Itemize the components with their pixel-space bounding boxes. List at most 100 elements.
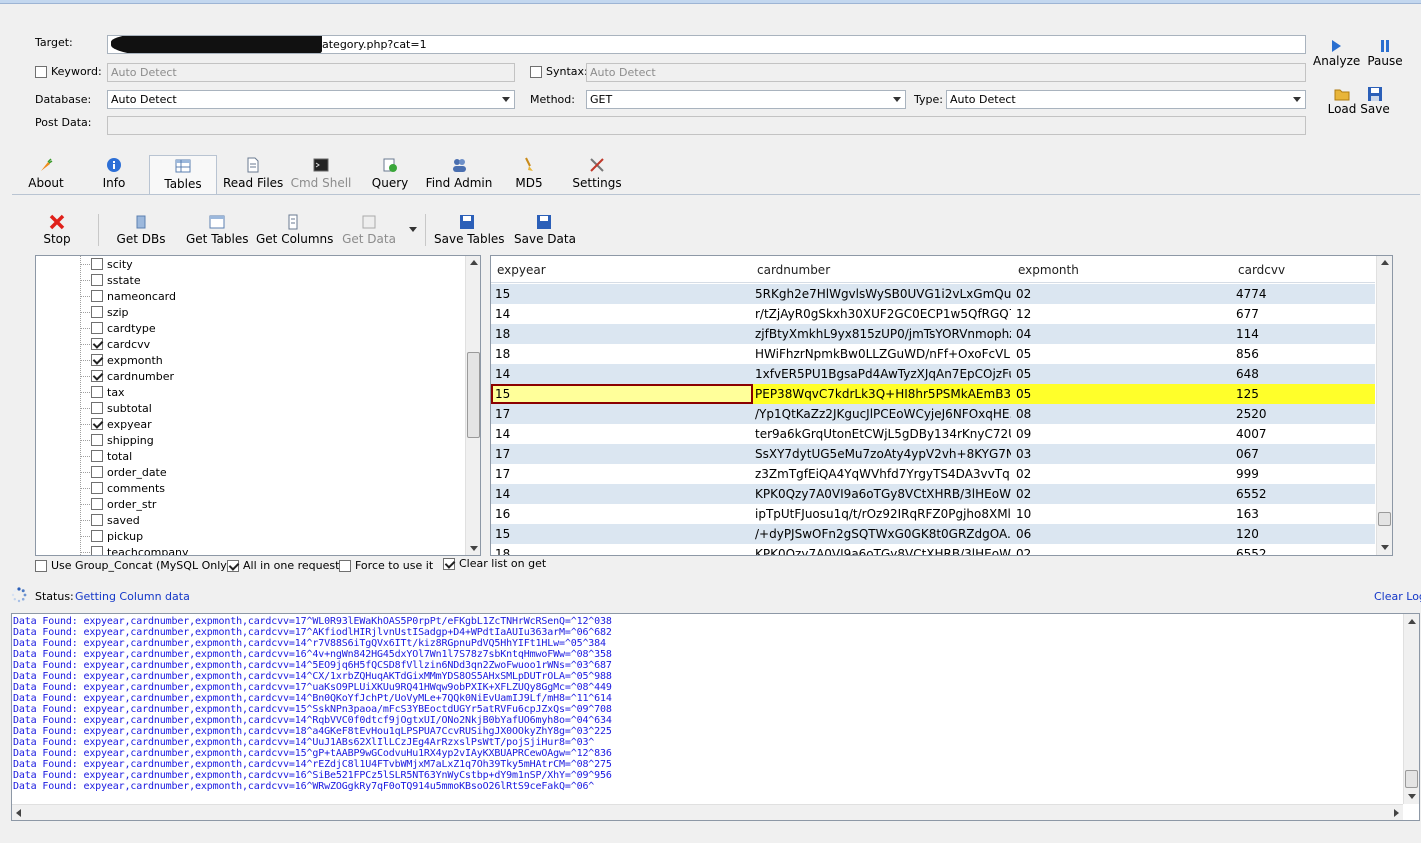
cell-cardcvv[interactable]: 648	[1236, 367, 1259, 381]
tab-about[interactable]: About	[22, 157, 70, 193]
tab-info[interactable]: Info	[92, 157, 136, 193]
tree-item-checkbox[interactable]	[91, 466, 103, 478]
table-row[interactable]: 18 KPK0Qzy7A0VI9a6oTGy8VCtXHRB/3lHEoWE...…	[491, 544, 1375, 555]
cell-expmonth[interactable]: 06	[1016, 527, 1031, 541]
cell-expyear[interactable]: 14	[495, 427, 510, 441]
tree-item-sstate[interactable]: sstate	[80, 272, 141, 288]
get-tables-button[interactable]: Get Tables	[186, 214, 248, 246]
table-row[interactable]: 14 ter9a6kGrqUtonEtCWjL5gDBy134rKnyC72Ur.…	[491, 424, 1375, 444]
database-select[interactable]: Auto Detect	[107, 90, 515, 109]
log-output[interactable]: Data Found: expyear,cardnumber,expmonth,…	[11, 613, 1420, 821]
cell-cardcvv[interactable]: 6552	[1236, 547, 1267, 555]
tree-item-total[interactable]: total	[80, 448, 132, 464]
keyword-toggle[interactable]: Keyword:	[35, 65, 102, 78]
table-row[interactable]: 14 1xfvER5PU1BgsaPd4AwTyzXJqAn7EpCOjzFu..…	[491, 364, 1375, 384]
get-data-button[interactable]: Get Data	[341, 214, 397, 246]
tree-item-saved[interactable]: saved	[80, 512, 140, 528]
stop-button[interactable]: Stop	[40, 214, 74, 246]
save-button[interactable]: Save	[1358, 86, 1392, 116]
postdata-input[interactable]	[107, 116, 1306, 135]
force-checkbox[interactable]	[339, 559, 351, 572]
cell-cardnumber[interactable]: /Yp1QtKaZz2JKgucJlPCEoWCyjeJ6NFOxqHE...	[755, 407, 1011, 421]
save-tables-button[interactable]: Save Tables	[434, 214, 505, 246]
table-row[interactable]: 14 KPK0Qzy7A0VI9a6oTGy8VCtXHRB/3lHEoWE...…	[491, 484, 1375, 504]
tree-item-checkbox[interactable]	[91, 338, 103, 350]
tab-find-admin[interactable]: Find Admin	[424, 157, 494, 193]
tree-item-order_str[interactable]: order_str	[80, 496, 156, 512]
cell-cardcvv[interactable]: 114	[1236, 327, 1259, 341]
type-select[interactable]: Auto Detect	[946, 90, 1306, 109]
cell-expyear[interactable]: 18	[495, 327, 510, 341]
tree-item-checkbox[interactable]	[91, 482, 103, 494]
cell-expyear[interactable]: 16	[495, 507, 510, 521]
get-data-dropdown-icon[interactable]	[409, 227, 417, 232]
cell-expmonth[interactable]: 04	[1016, 327, 1031, 341]
cell-expmonth[interactable]: 09	[1016, 427, 1031, 441]
cell-cardnumber[interactable]: KPK0Qzy7A0VI9a6oTGy8VCtXHRB/3lHEoWE...	[755, 487, 1011, 501]
grid-scrollbar[interactable]	[1376, 256, 1392, 555]
cell-expmonth[interactable]: 02	[1016, 547, 1031, 555]
tree-item-checkbox[interactable]	[91, 450, 103, 462]
cell-cardnumber[interactable]: z3ZmTgfEiQA4YqWVhfd7YrgyTS4DA3vvTq...	[755, 467, 1011, 481]
scroll-down-icon[interactable]	[470, 546, 478, 551]
cell-expyear[interactable]: 14	[495, 367, 510, 381]
log-vscrollbar[interactable]	[1403, 614, 1419, 804]
cell-cardnumber[interactable]: KPK0Qzy7A0VI9a6oTGy8VCtXHRB/3lHEoWE...	[755, 547, 1011, 555]
cell-cardnumber[interactable]: /+dyPJSwOFn2gSQTWxG0GK8t0GRZdgOA...	[755, 527, 1011, 541]
cell-cardcvv[interactable]: 125	[1236, 387, 1259, 401]
tree-item-checkbox[interactable]	[91, 418, 103, 430]
cell-expyear[interactable]: 17	[495, 407, 510, 421]
cell-expyear[interactable]: 15	[495, 387, 510, 401]
clear-log-link[interactable]: Clear Log	[1374, 590, 1421, 603]
cell-expmonth[interactable]: 02	[1016, 487, 1031, 501]
tree-item-checkbox[interactable]	[91, 274, 103, 286]
table-row[interactable]: 15 /+dyPJSwOFn2gSQTWxG0GK8t0GRZdgOA... 06 1…	[491, 524, 1375, 544]
tree-item-expyear[interactable]: expyear	[80, 416, 152, 432]
scroll-up-icon[interactable]	[1381, 260, 1389, 265]
cell-cardnumber[interactable]: r/tZjAyR0gSkxh30XUF2GC0ECP1w5QfRGQ7...	[755, 307, 1011, 321]
tree-item-expmonth[interactable]: expmonth	[80, 352, 163, 368]
tab-settings[interactable]: Settings	[572, 157, 622, 193]
tree-item-scity[interactable]: scity	[80, 256, 133, 272]
tab-tables[interactable]: Tables	[149, 155, 217, 194]
tree-item-cardcvv[interactable]: cardcvv	[80, 336, 150, 352]
cell-cardcvv[interactable]: 856	[1236, 347, 1259, 361]
tree-item-cardnumber[interactable]: cardnumber	[80, 368, 174, 384]
cell-expmonth[interactable]: 02	[1016, 467, 1031, 481]
pause-button[interactable]: Pause	[1364, 38, 1406, 68]
table-row[interactable]: 16 ipTpUtFJuosu1q/t/rOz92IRqRFZ0Pgjho8XMl…	[491, 504, 1375, 524]
cell-cardcvv[interactable]: 4007	[1236, 427, 1267, 441]
tab-read-files[interactable]: Read Files	[223, 157, 283, 193]
tree-item-order_date[interactable]: order_date	[80, 464, 167, 480]
table-row[interactable]: 15 5RKgh2e7HlWgvlsWySB0UVG1i2vLxGmQu1E...…	[491, 284, 1375, 304]
cell-expmonth[interactable]: 02	[1016, 287, 1031, 301]
cell-cardnumber[interactable]: HWiFhzrNpmkBw0LLZGuWD/nFf+OxoFcVLI...	[755, 347, 1011, 361]
scroll-left-icon[interactable]	[16, 809, 21, 817]
cell-expyear[interactable]: 17	[495, 447, 510, 461]
table-row[interactable]: 15 PEP38WqvC7kdrLk3Q+HI8hr5PSMkAEmB3K... 0…	[491, 384, 1375, 404]
all-in-one-checkbox[interactable]	[227, 559, 239, 572]
syntax-toggle[interactable]: Syntax:	[530, 65, 588, 78]
scroll-down-icon[interactable]	[1408, 794, 1416, 799]
all-in-one-option[interactable]: All in one request.	[227, 559, 343, 572]
scroll-down-icon[interactable]	[1381, 545, 1389, 550]
tree-item-nameoncard[interactable]: nameoncard	[80, 288, 176, 304]
tab-cmd-shell[interactable]: Cmd Shell	[290, 157, 352, 193]
cell-cardcvv[interactable]: 4774	[1236, 287, 1267, 301]
cell-cardnumber[interactable]: ter9a6kGrqUtonEtCWjL5gDBy134rKnyC72Ur...	[755, 427, 1011, 441]
analyze-button[interactable]: Analyze	[1313, 38, 1360, 68]
tab-md5[interactable]: MD5	[512, 157, 546, 193]
cell-expyear[interactable]: 15	[495, 527, 510, 541]
cell-cardcvv[interactable]: 120	[1236, 527, 1259, 541]
group-concat-option[interactable]: Use Group_Concat (MySQL Only)	[35, 559, 231, 572]
cell-expmonth[interactable]: 12	[1016, 307, 1031, 321]
tree-item-checkbox[interactable]	[91, 402, 103, 414]
cell-expmonth[interactable]: 08	[1016, 407, 1031, 421]
force-option[interactable]: Force to use it	[339, 559, 433, 572]
cell-cardnumber[interactable]: 5RKgh2e7HlWgvlsWySB0UVG1i2vLxGmQu1E...	[755, 287, 1011, 301]
cell-expyear[interactable]: 15	[495, 287, 510, 301]
cell-expmonth[interactable]: 05	[1016, 367, 1031, 381]
target-input[interactable]: ategory.php?cat=1	[107, 35, 1306, 54]
tree-item-checkbox[interactable]	[91, 514, 103, 526]
load-button[interactable]: Load	[1324, 86, 1360, 116]
